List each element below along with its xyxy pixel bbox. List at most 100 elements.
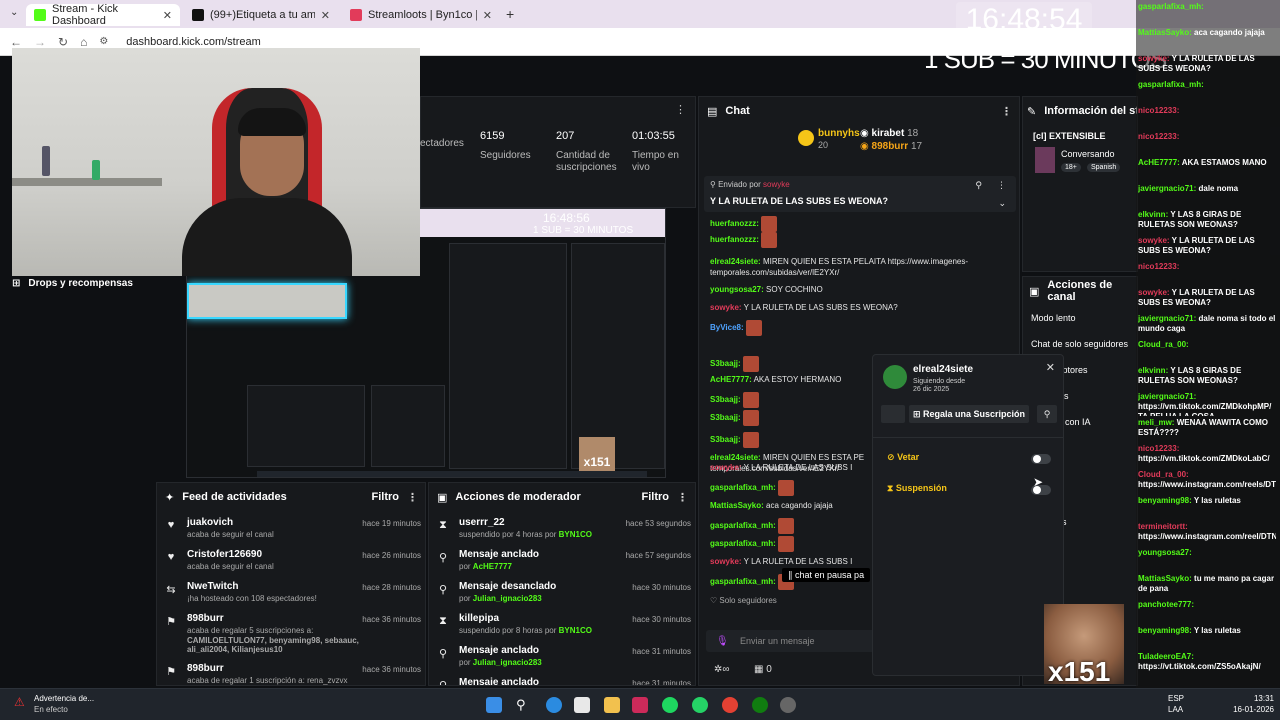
folder-icon[interactable] (604, 697, 620, 713)
ban-row[interactable]: ⊘ Vetar (887, 452, 919, 463)
points-display[interactable]: ▦ 0 (754, 664, 772, 675)
emotes-icon[interactable]: ✲∞ (714, 664, 730, 675)
chat-message[interactable]: S3baajj: (710, 410, 866, 426)
close-icon[interactable]: ✕ (483, 9, 492, 22)
chat-message[interactable]: gasparlafixa_mh: (710, 480, 866, 496)
chat-username[interactable]: ByVice8: (710, 323, 744, 332)
chat-username[interactable]: AcHE7777: (710, 375, 752, 384)
chat-message[interactable]: sowyke: Y LA RULETA DE LAS SUBS I (710, 556, 866, 567)
chat-paused-banner[interactable]: ∥ chat en pausa pa (782, 568, 871, 582)
more-icon[interactable]: ⋮ (675, 103, 686, 116)
more-icon[interactable]: ⋮ (677, 491, 688, 504)
chat-message[interactable]: huerfanozzz: (710, 216, 1010, 232)
whatsapp-icon[interactable] (692, 697, 708, 713)
mod-action-item[interactable]: ⚲ Mensaje anclado por Julian_ignacio283 hac… (429, 645, 695, 677)
chat-username[interactable]: S3baajj: (710, 395, 741, 404)
mod-filter-button[interactable]: Filtro (642, 491, 670, 503)
notice-title[interactable]: Advertencia de... (34, 694, 94, 703)
microphone-icon[interactable]: 🎙 (716, 636, 729, 647)
feed-filter-button[interactable]: Filtro (372, 491, 400, 503)
chat-username[interactable]: gasparlafixa_mh: (710, 521, 776, 530)
chat-username[interactable]: S3baajj: (710, 435, 741, 444)
more-icon[interactable]: ⋮ (1001, 105, 1012, 118)
close-icon[interactable]: ✕ (1046, 361, 1055, 374)
pin-icon[interactable]: ⚲ (975, 180, 982, 191)
home-icon[interactable]: ⌂ (80, 35, 87, 49)
search-icon[interactable]: ⚲ (516, 697, 532, 713)
mod-action-item[interactable]: ⚲ Mensaje anclado por AcHE7777 hace 57 segu… (429, 549, 695, 581)
chat-message[interactable]: gasparlafixa_mh: (710, 536, 866, 552)
xbox-icon[interactable] (752, 697, 768, 713)
top-gifter[interactable]: bunnyhs (818, 128, 860, 139)
edge-icon[interactable] (546, 697, 562, 713)
mod-action-item[interactable]: ⚲ Mensaje desanclado por Julian_ignacio283… (429, 581, 695, 613)
chat-username[interactable]: MattiasSayko: (710, 501, 764, 510)
tab-kick-dashboard[interactable]: Stream - Kick Dashboard ✕ (26, 3, 180, 27)
obs-icon[interactable] (780, 697, 796, 713)
chat-message[interactable]: S3baajj: (710, 356, 866, 372)
chat-username[interactable]: sowyke: (710, 557, 742, 566)
chat-username[interactable]: sowyke: (710, 463, 742, 472)
tab-tiktok[interactable]: (99+)Etiqueta a tu amigo Aceit ✕ (184, 4, 338, 26)
chat-message[interactable]: AcHE7777: AKA ESTOY HERMANO (710, 374, 866, 385)
pencil-icon[interactable]: ✎ (1027, 105, 1036, 118)
chat-message[interactable]: S3baajj: (710, 392, 866, 408)
tab-search-icon[interactable]: ⌄ (10, 7, 18, 18)
start-icon[interactable] (486, 697, 502, 713)
close-icon[interactable]: ✕ (163, 9, 172, 22)
app-icon[interactable] (632, 697, 648, 713)
spotify-icon[interactable] (662, 697, 678, 713)
ban-toggle[interactable] (1031, 454, 1051, 464)
chat-message[interactable]: MattiasSayko: aca cagando jajaja (710, 500, 866, 511)
chat-username[interactable]: S3baajj: (710, 359, 741, 368)
chat-username[interactable]: huerfanozzz: (710, 219, 759, 228)
url-text[interactable]: dashboard.kick.com/stream (126, 36, 261, 48)
new-tab-icon[interactable]: + (506, 6, 514, 22)
chat-username[interactable]: elreal24siete: (710, 257, 761, 266)
user-options-button[interactable] (881, 405, 905, 423)
top-gifter[interactable]: ◉ kirabet 18 (860, 128, 918, 139)
site-info-icon[interactable]: ⚙ (99, 36, 108, 47)
feed-item[interactable]: ♥ juakovich acaba de seguir el canal hac… (157, 517, 425, 549)
mod-action-item[interactable]: ⧗ killepipa suspendido por 8 horas por BYN… (429, 613, 695, 645)
store-icon[interactable] (574, 697, 590, 713)
chat-message[interactable]: gasparlafixa_mh: (710, 518, 866, 534)
mod-action-item[interactable]: ⚲ Mensaje anclado hace 31 minutos (429, 677, 695, 685)
feed-item[interactable]: ⚑ 898burr acaba de regalar 5 suscripcion… (157, 613, 425, 663)
close-icon[interactable]: ✕ (321, 9, 330, 22)
chat-message[interactable]: S3baajj: (710, 432, 866, 448)
chrome-icon[interactable] (722, 697, 738, 713)
chat-username[interactable]: elreal24siete: (710, 453, 761, 462)
more-actions-button[interactable]: ⚲ (1037, 405, 1057, 423)
channel-action-item[interactable]: Modo lento (1031, 313, 1076, 323)
chat-username[interactable]: S3baajj: (710, 413, 741, 422)
chat-username[interactable]: sowyke: (710, 303, 742, 312)
forward-icon[interactable]: → (34, 35, 46, 49)
chat-username[interactable]: huerfanozzz: (710, 235, 759, 244)
chat-username[interactable]: gasparlafixa_mh: (710, 539, 776, 548)
chat-message[interactable]: elreal24siete: MIREN QUIEN ES ESTA PELAI… (710, 256, 990, 278)
chat-message[interactable]: huerfanozzz: (710, 232, 1010, 248)
mod-action-item[interactable]: ⧗ userrr_22 suspendido por 4 horas por BYN… (429, 517, 695, 549)
more-icon[interactable]: ⋮ (407, 491, 418, 504)
chat-message[interactable]: youngsosa27: SOY COCHINO (710, 284, 1010, 295)
feed-item[interactable]: ♥ Cristofer126690 acaba de seguir el can… (157, 549, 425, 581)
lang-indicator[interactable]: ESP (1168, 694, 1184, 703)
gift-sub-button[interactable]: ⊞ Regala una Suscripción (909, 405, 1029, 423)
feed-item[interactable]: ⇆ NweTwitch ¡ha hosteado con 108 especta… (157, 581, 425, 613)
chat-message[interactable]: sowyke: Y LA RULETA DE LAS SUBS ES WEONA… (710, 302, 1010, 313)
timeout-row[interactable]: ⧗ Suspensión (887, 483, 947, 494)
chat-username[interactable]: youngsosa27: (710, 285, 764, 294)
clock-time[interactable]: 13:31 (1228, 694, 1274, 703)
back-icon[interactable]: ← (10, 35, 22, 49)
channel-action-item[interactable]: Chat de solo seguidores (1031, 339, 1128, 349)
chat-username[interactable]: gasparlafixa_mh: (710, 577, 776, 586)
top-gifter[interactable]: ◉ 898burr 17 (860, 141, 922, 152)
chat-message[interactable]: ByVice8: (710, 320, 1010, 336)
chevron-down-icon[interactable]: ⌄ (998, 198, 1006, 209)
reload-icon[interactable]: ↻ (58, 35, 68, 49)
more-icon[interactable]: ⋮ (997, 180, 1006, 191)
tab-streamloots[interactable]: Streamloots | Byn1co | Apóyam ✕ (342, 4, 500, 26)
chat-message[interactable]: sowyke: Y LA RULETA DE LAS SUBS I (710, 462, 866, 473)
chat-username[interactable]: gasparlafixa_mh: (710, 483, 776, 492)
